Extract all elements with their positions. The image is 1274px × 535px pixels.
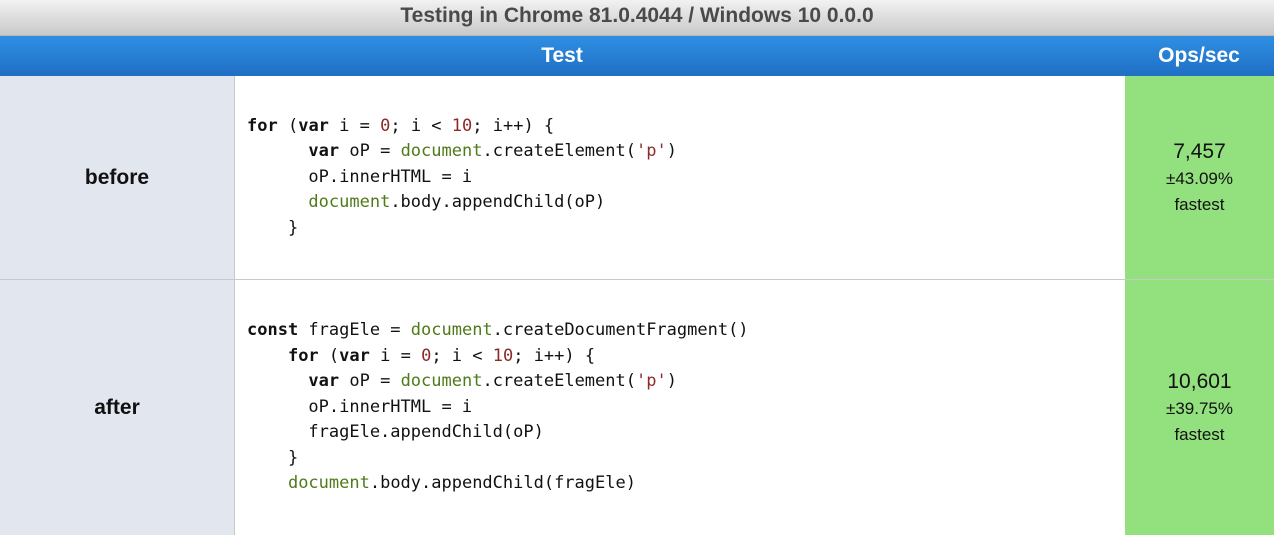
test-code: const fragEle = document.createDocumentF… [247,320,749,494]
ops-margin: ±43.09% [1166,168,1233,188]
table-row: after const fragEle = document.createDoc… [0,279,1274,535]
ops-rank: fastest [1174,194,1225,214]
ops-result: 7,457 ±43.09% fastest [1125,76,1274,279]
test-code-cell: for (var i = 0; i < 10; i++) { var oP = … [235,76,1125,279]
results-table-header: Test Ops/sec [0,36,1274,76]
test-name: before [0,76,235,279]
table-row: before for (var i = 0; i < 10; i++) { va… [0,76,1274,279]
results-caption: Testing in Chrome 81.0.4044 / Windows 10… [0,0,1274,36]
test-code-cell: const fragEle = document.createDocumentF… [235,280,1125,535]
test-code: for (var i = 0; i < 10; i++) { var oP = … [247,115,677,238]
ops-rank: fastest [1174,424,1225,444]
ops-value: 7,457 [1173,139,1226,163]
column-header-ops: Ops/sec [1158,44,1240,67]
ops-value: 10,601 [1167,369,1232,393]
test-name: after [0,280,235,535]
column-header-test: Test [541,44,583,67]
ops-margin: ±39.75% [1166,398,1233,418]
ops-result: 10,601 ±39.75% fastest [1125,280,1274,535]
